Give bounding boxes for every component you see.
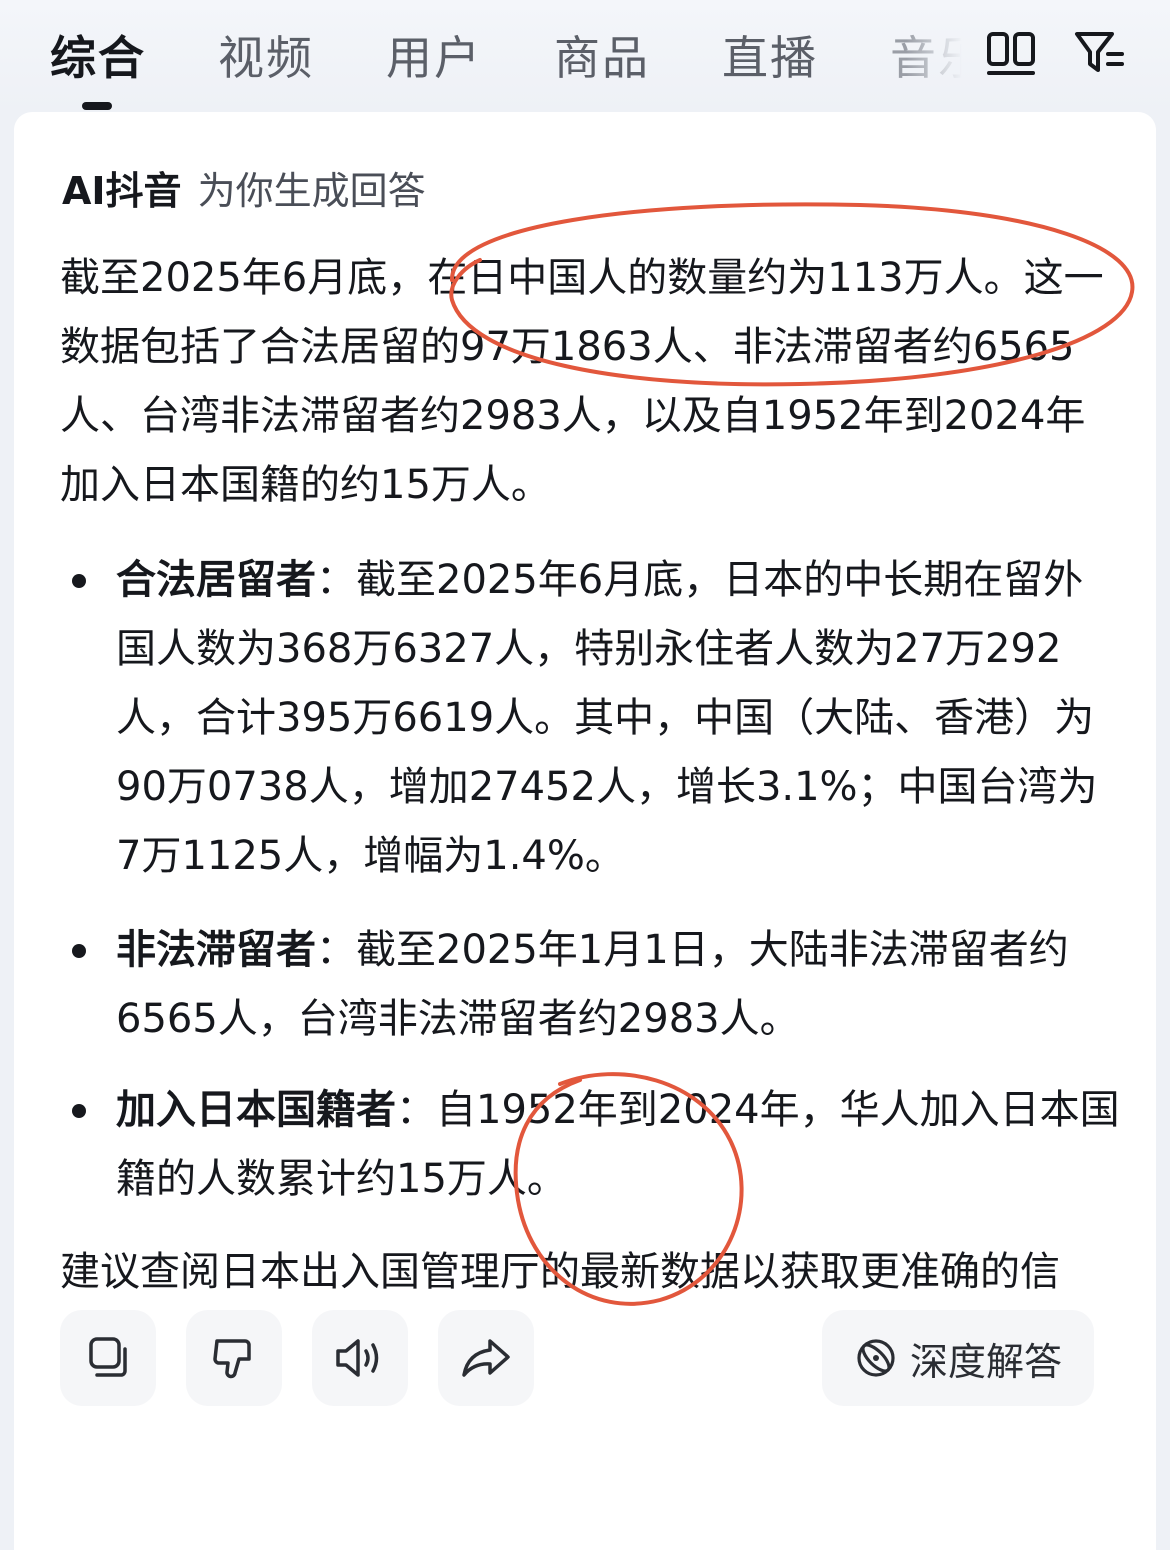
tab-video[interactable]: 视频 (218, 22, 314, 88)
dual-column-view-icon[interactable] (984, 26, 1038, 80)
deep-answer-button[interactable]: 深度解答 (822, 1310, 1094, 1406)
answer-intro: 截至2025年6月底，在日中国人的数量约为113万人。这一数据包括了合法居留的9… (60, 255, 1104, 508)
bullet-dot (72, 944, 86, 958)
tab-comprehensive[interactable]: 综合 (50, 22, 146, 88)
answer-subtitle: 为你生成回答 (197, 169, 426, 213)
bullet-title: 合法居留者 (116, 557, 316, 603)
answer-header: AI抖音 为你生成回答 (62, 160, 426, 215)
read-aloud-button[interactable] (312, 1310, 408, 1406)
bullet-naturalized: 加入日本国籍者：自1952年到2024年，华人加入日本国籍的人数累计约15万人。 (60, 1076, 1120, 1214)
ai-brand-label: AI抖音 (62, 169, 182, 213)
share-button[interactable] (438, 1310, 534, 1406)
active-tab-indicator (82, 102, 112, 110)
bullet-illegal-stay: 非法滞留者：截至2025年1月1日，大陆非法滞留者约6565人，台湾非法滞留者约… (60, 916, 1120, 1054)
deep-answer-label: 深度解答 (909, 1339, 1062, 1384)
bullet-dot (72, 574, 86, 588)
search-tab-bar: 综合 视频 用户 商品 直播 音乐 (0, 0, 1170, 112)
copy-button[interactable] (60, 1310, 156, 1406)
bullet-dot (72, 1104, 86, 1118)
bullet-text: ：截至2025年6月底，日本的中长期在留外国人数为368万6327人，特别永住者… (116, 557, 1098, 879)
bullet-legal-residents: 合法居留者：截至2025年6月底，日本的中长期在留外国人数为368万6327人，… (60, 546, 1120, 891)
tab-live[interactable]: 直播 (722, 22, 818, 88)
copy-icon (89, 1337, 127, 1377)
bullet-title: 非法滞留者 (116, 927, 316, 973)
bullet-title: 加入日本国籍者 (116, 1087, 396, 1133)
tab-products[interactable]: 商品 (554, 22, 650, 88)
speaker-icon (336, 1339, 379, 1377)
share-icon (462, 1339, 510, 1377)
thumbs-down-icon (213, 1339, 251, 1379)
tab-users[interactable]: 用户 (386, 22, 482, 88)
tab-music[interactable]: 音乐 (890, 22, 970, 88)
filter-icon[interactable] (1072, 26, 1126, 80)
deep-answer-icon (857, 1339, 895, 1377)
dislike-button[interactable] (186, 1310, 282, 1406)
